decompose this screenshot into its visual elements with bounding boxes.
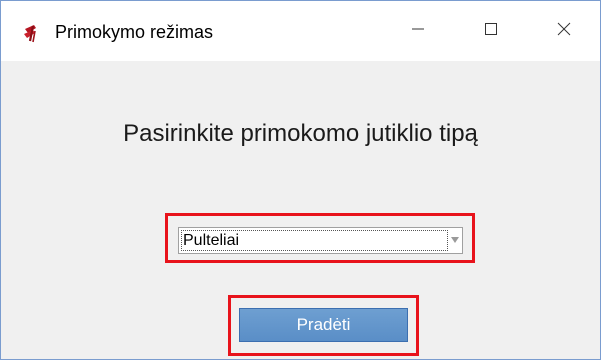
- dropdown-arrow-icon[interactable]: [451, 237, 459, 243]
- app-window: Primokymo režimas Pasirinkite primokomo …: [0, 0, 601, 360]
- sensor-type-value: Pulteliai: [183, 232, 240, 249]
- close-button[interactable]: [528, 1, 600, 61]
- dialog-body: Pasirinkite primokomo jutiklio tipą Pult…: [1, 61, 600, 359]
- page-heading: Pasirinkite primokomo jutiklio tipą: [123, 120, 478, 147]
- red-paper-clip-icon: [22, 23, 40, 43]
- maximize-button[interactable]: [455, 1, 527, 61]
- minimize-button[interactable]: [382, 1, 454, 61]
- title-bar: Primokymo režimas: [1, 1, 600, 61]
- sensor-type-select[interactable]: Pulteliai: [178, 227, 463, 254]
- maximize-icon: [484, 22, 498, 41]
- start-button[interactable]: Pradėti: [239, 308, 408, 342]
- window-title: Primokymo režimas: [55, 22, 214, 42]
- minimize-icon: [411, 22, 425, 41]
- close-icon: [557, 22, 571, 41]
